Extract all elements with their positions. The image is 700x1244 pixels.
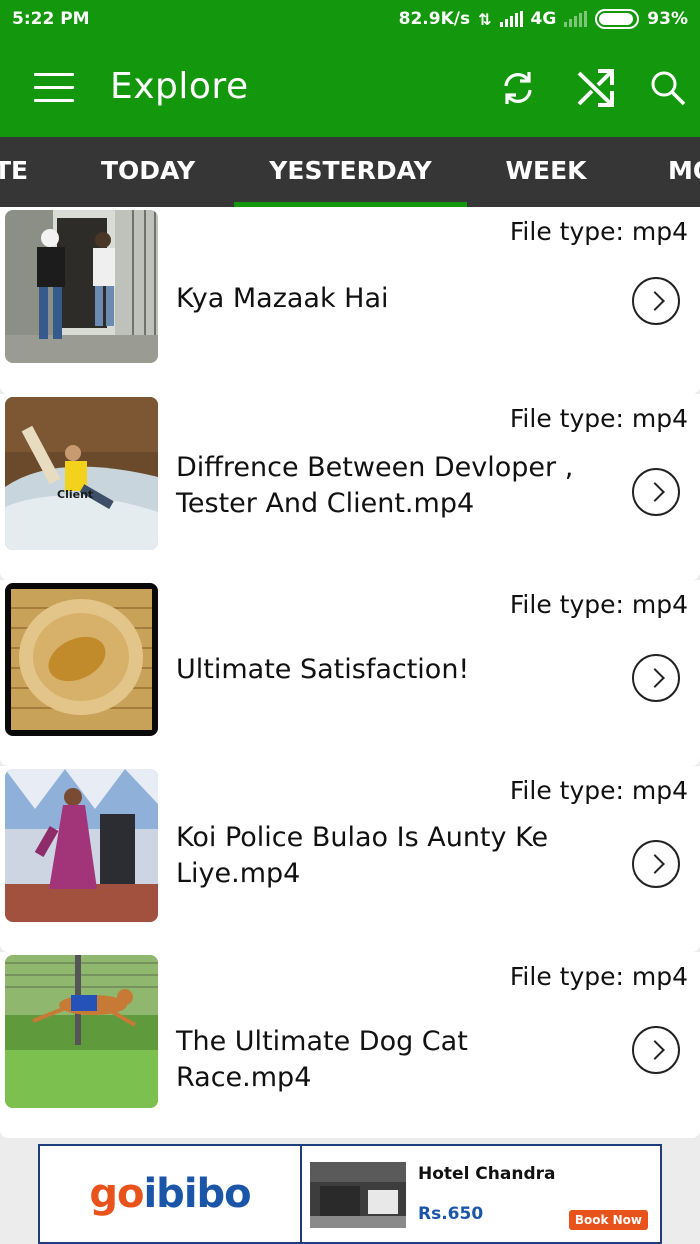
hotel-image — [310, 1162, 406, 1228]
tab-partial-left[interactable]: TE — [0, 137, 34, 207]
item-title: Diffrence Between Devloper , Tester And … — [176, 452, 574, 519]
network-speed: 82.9K/s — [398, 9, 471, 29]
open-item-button[interactable] — [632, 840, 680, 888]
status-time: 5:22 PM — [12, 9, 90, 29]
data-transfer-icon: ⇅ — [478, 9, 492, 29]
item-title: The Ultimate Dog Cat Race.mp4 — [176, 1026, 468, 1093]
app-bar: Explore — [0, 40, 700, 137]
open-item-button[interactable] — [632, 1026, 680, 1074]
tab-today[interactable]: TODAY — [88, 137, 208, 207]
goibibo-logo: goibibo — [40, 1146, 300, 1242]
list-item[interactable]: File type: mp4 Kya Mazaak Hai — [0, 207, 700, 394]
signal-icon — [499, 11, 523, 27]
open-item-button[interactable] — [632, 468, 680, 516]
list-item[interactable]: File type: mp4 Ultimate Satisfaction! — [0, 580, 700, 766]
status-bar: 5:22 PM 82.9K/s ⇅ 4G 93% — [0, 0, 700, 40]
open-item-button[interactable] — [632, 277, 680, 325]
hotel-promo[interactable]: Hotel Chandra Rs.650 Book Now — [300, 1146, 660, 1242]
tab-yesterday[interactable]: YESTERDAY — [234, 137, 467, 207]
open-item-button[interactable] — [632, 654, 680, 702]
signal-2-icon — [564, 11, 588, 27]
tab-bar: TE TODAY YESTERDAY WEEK MO — [0, 137, 700, 207]
shuffle-icon[interactable] — [576, 68, 616, 108]
item-title: Koi Police Bulao Is Aunty Ke Liye.mp4 — [176, 822, 549, 889]
tab-partial-right[interactable]: MO — [668, 137, 700, 207]
file-type-label: File type: mp4 — [509, 404, 688, 433]
list-item[interactable]: File type: mp4 The Ultimate Dog Cat Race… — [0, 952, 700, 1138]
video-thumbnail — [5, 769, 158, 922]
battery-level: 93% — [647, 9, 688, 29]
status-indicators: 82.9K/s ⇅ 4G 93% — [399, 9, 688, 29]
ad-banner[interactable]: goibibo Hotel Chandra Rs.650 Book Now — [38, 1144, 662, 1244]
list-item[interactable]: Client File type: mp4 Diffrence Between … — [0, 394, 700, 580]
file-type-label: File type: mp4 — [509, 590, 688, 619]
item-title: Kya Mazaak Hai — [176, 283, 389, 314]
video-thumbnail: Client — [5, 397, 158, 550]
logo-part-a: go — [89, 1171, 144, 1217]
refresh-icon[interactable] — [498, 68, 538, 108]
menu-icon[interactable] — [34, 73, 74, 103]
video-thumbnail — [5, 210, 158, 363]
hotel-name: Hotel Chandra — [418, 1164, 556, 1184]
video-thumbnail — [5, 583, 158, 736]
list-item[interactable]: File type: mp4 Koi Police Bulao Is Aunty… — [0, 766, 700, 952]
item-title: Ultimate Satisfaction! — [176, 654, 470, 685]
logo-part-b: ibibo — [143, 1171, 251, 1217]
file-type-label: File type: mp4 — [509, 962, 688, 991]
tab-week[interactable]: WEEK — [496, 137, 596, 207]
battery-icon — [595, 9, 640, 29]
book-now-button[interactable]: Book Now — [568, 1210, 648, 1230]
hotel-price: Rs.650 — [418, 1204, 484, 1224]
page-title: Explore — [110, 66, 249, 107]
network-type: 4G — [530, 9, 557, 29]
search-icon[interactable] — [648, 68, 688, 108]
thumbnail-caption: Client — [57, 488, 93, 501]
file-type-label: File type: mp4 — [509, 217, 688, 246]
video-thumbnail — [5, 955, 158, 1108]
file-type-label: File type: mp4 — [509, 776, 688, 805]
